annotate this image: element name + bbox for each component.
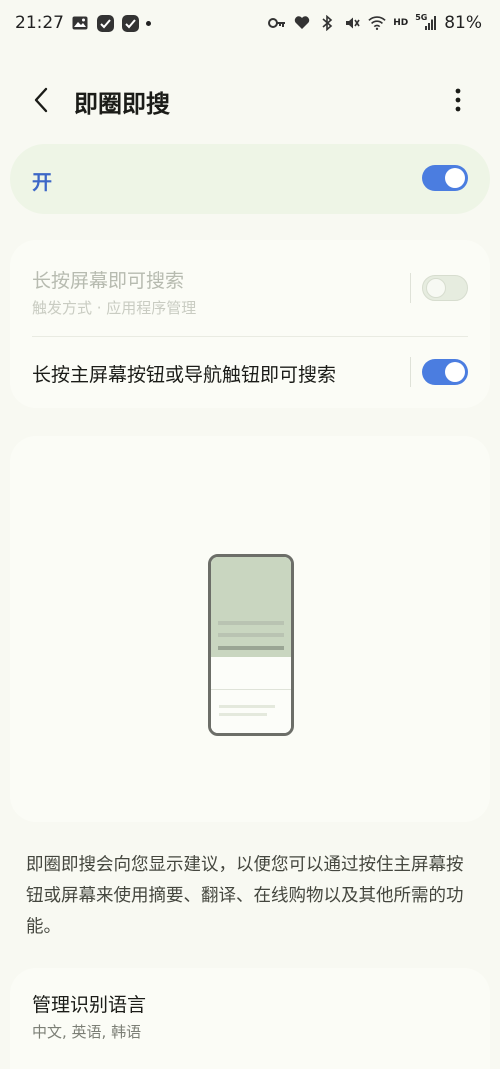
bluetooth-icon [318, 15, 336, 31]
app-check-icon [96, 14, 114, 32]
toggle-knob [445, 362, 465, 382]
wifi-icon [368, 15, 386, 31]
page-title: 即圈即搜 [74, 90, 170, 118]
more-vert-icon [455, 88, 461, 112]
sheet-row [219, 713, 267, 716]
master-switch-toggle[interactable] [422, 165, 468, 191]
master-switch-card[interactable]: 开 [10, 144, 490, 214]
back-button[interactable] [24, 82, 58, 118]
heart-icon [293, 15, 311, 31]
toggle-knob [426, 278, 446, 298]
setting-row-long-press-home[interactable]: 长按主屏幕按钮或导航触钮即可搜索 [10, 336, 490, 408]
network-hd-label: HD [393, 18, 409, 28]
phone-screen [211, 557, 291, 657]
phone-content-line [218, 646, 284, 650]
manage-languages-subtitle: 中文, 英语, 韩语 [32, 1023, 142, 1041]
key-icon [268, 15, 286, 31]
app-check-icon [121, 14, 139, 32]
signal-icon: 5G [415, 13, 437, 31]
setting-subtitle: 触发方式 · 应用程序管理 [32, 299, 197, 317]
master-switch-label: 开 [32, 170, 52, 194]
phone-illustration [208, 554, 294, 736]
long-press-screen-toggle[interactable] [422, 275, 468, 301]
back-chevron-icon [34, 87, 48, 113]
notification-dot [146, 20, 151, 26]
feature-description: 即圈即搜会向您显示建议，以便您可以通过按住主屏幕按钮或屏幕来使用摘要、翻译、在线… [26, 855, 464, 937]
phone-content-line [218, 633, 284, 637]
sheet-row [219, 705, 275, 708]
battery-level: 81% [444, 13, 482, 33]
sheet-divider [211, 689, 291, 690]
toggle-knob [445, 168, 465, 188]
row-separator [410, 273, 411, 303]
more-options-button[interactable] [444, 82, 472, 118]
phone-content-line [218, 621, 284, 625]
illustration-card [10, 436, 490, 822]
setting-title: 长按屏幕即可搜索 [32, 270, 185, 292]
long-press-home-toggle[interactable] [422, 359, 468, 385]
gallery-icon [71, 15, 89, 31]
app-bar: 即圈即搜 [0, 72, 500, 128]
manage-languages-item[interactable]: 管理识别语言 中文, 英语, 韩语 [10, 968, 490, 1069]
phone-bottom-sheet [211, 657, 291, 733]
status-bar-right: HD 5G 81% [268, 13, 482, 33]
status-time: 21:27 [15, 13, 64, 33]
setting-title: 长按主屏幕按钮或导航触钮即可搜索 [32, 364, 337, 386]
status-bar: 21:27 HD 5G 81% [0, 0, 500, 46]
signal-type-label: 5G [415, 13, 428, 22]
mute-icon [343, 15, 361, 31]
manage-languages-title: 管理识别语言 [32, 994, 147, 1016]
setting-row-long-press-screen[interactable]: 长按屏幕即可搜索 触发方式 · 应用程序管理 [10, 240, 490, 336]
status-bar-left: 21:27 [15, 13, 151, 33]
row-separator [410, 357, 411, 387]
settings-card: 长按屏幕即可搜索 触发方式 · 应用程序管理 长按主屏幕按钮或导航触钮即可搜索 [10, 240, 490, 408]
